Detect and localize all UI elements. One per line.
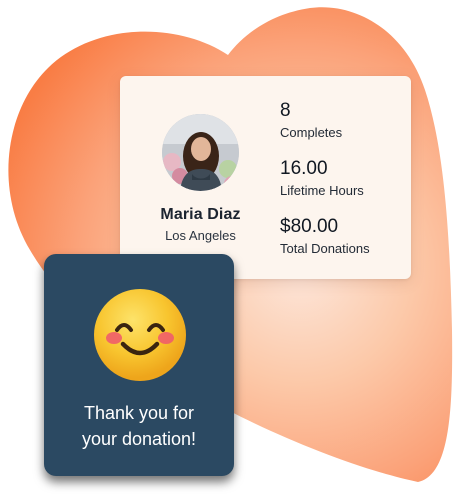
user-photo-icon — [162, 114, 239, 191]
thank-you-card: Thank you for your donation! — [44, 254, 234, 476]
completes-value: 8 — [280, 100, 291, 121]
completes-label: Completes — [280, 125, 343, 140]
thank-you-line-2: your donation! — [81, 429, 197, 449]
profile-stats-card: Maria Diaz Los Angeles 8 Completes 16.00… — [120, 76, 411, 279]
total-donations-label: Total Donations — [280, 241, 370, 256]
avatar — [162, 114, 239, 191]
lifetime-hours-value: 16.00 — [280, 158, 328, 179]
total-donations-value: $80.00 — [280, 216, 339, 237]
smiling-face-icon — [94, 289, 186, 381]
thank-you-message: Thank you for your donation! — [44, 400, 234, 452]
thank-you-line-1: Thank you for — [83, 403, 195, 423]
user-name: Maria Diaz — [160, 206, 241, 223]
promo-illustration: Maria Diaz Los Angeles 8 Completes 16.00… — [0, 0, 453, 500]
lifetime-hours-label: Lifetime Hours — [280, 183, 364, 198]
user-location: Los Angeles — [165, 228, 236, 243]
